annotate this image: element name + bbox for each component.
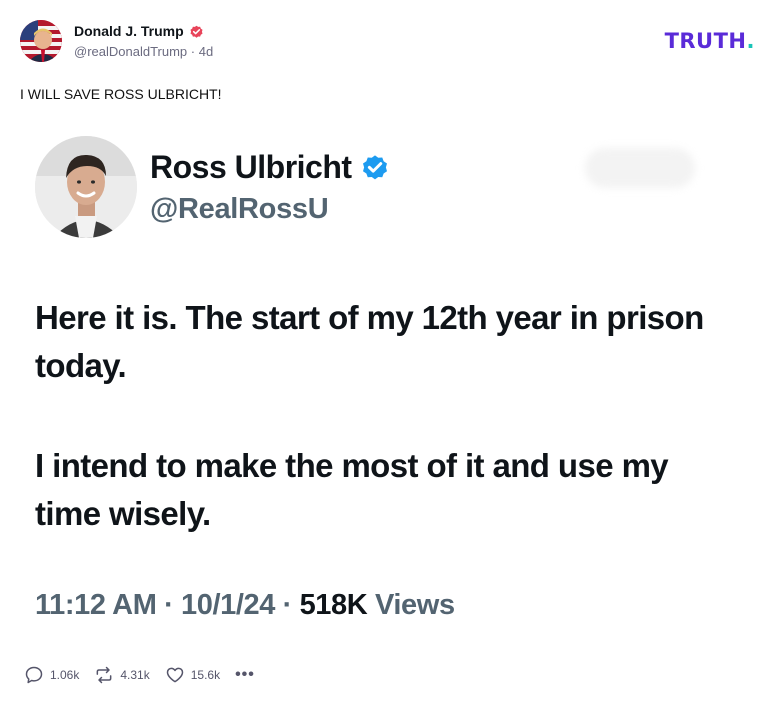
logo-text: TRUTH (664, 29, 747, 53)
reply-icon (24, 665, 44, 685)
retruth-button[interactable]: 4.31k (94, 665, 150, 685)
embedded-tweet-image[interactable]: Ross Ulbricht @RealRossU Here it is. The… (20, 118, 757, 648)
author-handle[interactable]: @realDonaldTrump (74, 44, 187, 59)
post-header: Donald J. Trump @realDonaldTrump · 4d (20, 20, 213, 62)
tweet-paragraph: I intend to make the most of it and use … (35, 447, 669, 532)
tweet-date: 10/1/24 (181, 589, 275, 621)
logo-dot: . (746, 29, 755, 53)
blurred-follow-button (585, 148, 695, 188)
retruth-count: 4.31k (120, 668, 150, 682)
handle-separator: · (190, 44, 196, 59)
tweet-meta: 11:12 AM · 10/1/24 · 518K Views (35, 588, 455, 622)
more-options-button[interactable]: ••• (235, 666, 255, 683)
heart-icon (165, 665, 185, 685)
author-handle-row: @realDonaldTrump · 4d (74, 44, 213, 60)
reply-button[interactable]: 1.06k (24, 665, 79, 685)
author-name[interactable]: Donald J. Trump (74, 22, 184, 40)
author-meta: Donald J. Trump @realDonaldTrump · 4d (74, 22, 213, 60)
ellipsis-icon: ••• (235, 666, 255, 683)
reply-count: 1.06k (50, 668, 80, 682)
tweet-body: Here it is. The start of my 12th year in… (35, 294, 735, 538)
like-count: 15.6k (190, 668, 221, 682)
truth-social-logo[interactable]: TRUTH. (665, 30, 755, 52)
meta-separator: · (275, 589, 300, 621)
post-age[interactable]: 4d (199, 44, 213, 59)
author-avatar[interactable] (20, 20, 62, 62)
verified-badge-icon (189, 24, 204, 39)
tweet-paragraph: Here it is. The start of my 12th year in… (35, 299, 704, 384)
post-text: I WILL SAVE ROSS ULBRICHT! (20, 86, 222, 102)
retruth-icon (94, 665, 114, 685)
like-button[interactable]: 15.6k (165, 665, 220, 685)
tweet-views-count: 518K (299, 589, 368, 621)
tweet-author-avatar (35, 136, 137, 238)
tweet-time: 11:12 AM (35, 589, 157, 621)
tweet-author-handle: @RealRossU (150, 193, 329, 225)
tweet-author-name: Ross Ulbricht (150, 149, 352, 185)
post-action-bar: 1.06k 4.31k 15.6k ••• (24, 665, 270, 685)
meta-separator: · (156, 589, 182, 621)
verified-badge-icon (360, 152, 390, 182)
tweet-views-label: Views (374, 589, 455, 621)
